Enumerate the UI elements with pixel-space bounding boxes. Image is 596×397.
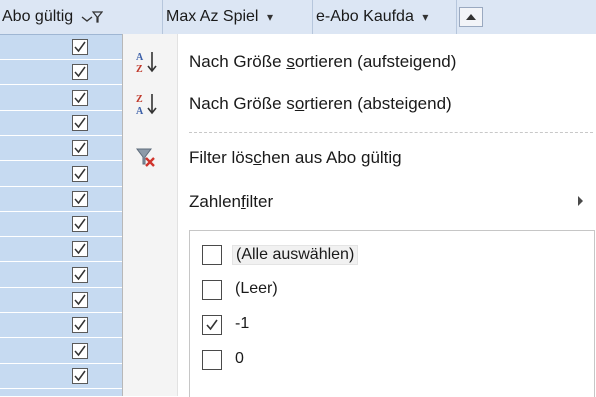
list-item-label: -1 — [235, 315, 250, 332]
filter-dropdown-menu: A Z Nach Größe sortieren (aufsteigend) Z… — [122, 34, 596, 397]
table-row[interactable] — [0, 263, 122, 288]
header-abo-gueltig[interactable]: Abo gültig — [0, 0, 163, 34]
check-icon — [74, 92, 86, 103]
table-row[interactable] — [0, 313, 122, 339]
table-row[interactable] — [0, 162, 122, 187]
table-row[interactable] — [0, 339, 122, 364]
header-label: e-Abo Kaufda — [316, 8, 414, 25]
submenu-arrow-icon — [578, 196, 583, 206]
table-row[interactable] — [0, 136, 122, 162]
check-icon — [74, 168, 86, 179]
svg-text:Z: Z — [136, 64, 143, 74]
row-checkbox-checked[interactable] — [72, 266, 88, 283]
table-row[interactable] — [0, 212, 122, 238]
check-icon — [206, 319, 218, 331]
sort-button[interactable] — [459, 7, 483, 27]
dropdown-arrow-icon[interactable]: ▾ — [267, 10, 273, 24]
check-icon — [74, 41, 86, 53]
checkbox[interactable] — [202, 245, 222, 265]
check-icon — [74, 142, 86, 154]
sort-az-icon: A Z — [135, 50, 159, 75]
check-icon — [74, 345, 86, 356]
checkbox[interactable] — [202, 350, 222, 370]
row-checkbox-checked[interactable] — [72, 241, 88, 258]
table-row[interactable] — [0, 288, 122, 313]
svg-text:A: A — [136, 106, 144, 116]
menu-item-sort-ascending[interactable]: Nach Größe sortieren (aufsteigend) — [189, 52, 456, 72]
header-e-abo-kaufda[interactable]: e-Abo Kaufda ▾ — [312, 0, 457, 34]
table-row[interactable] — [0, 237, 122, 263]
dropdown-arrow-icon[interactable]: ▾ — [422, 10, 428, 24]
checkbox[interactable] — [202, 280, 222, 300]
header-label: Max Az Spiel — [166, 8, 259, 25]
check-icon — [74, 193, 86, 205]
svg-text:Z: Z — [136, 94, 143, 105]
filter-value-list[interactable]: (Alle auswählen) (Leer) -1 0 — [189, 230, 595, 397]
row-checkbox-checked[interactable] — [72, 317, 88, 334]
row-checkbox-checked[interactable] — [72, 140, 88, 157]
menu-item-number-filter[interactable]: Zahlenfilter — [189, 192, 273, 212]
header-max-az-spiel[interactable]: Max Az Spiel ▾ — [162, 0, 313, 34]
row-checkbox-checked[interactable] — [72, 190, 88, 207]
sort-triangle-up-icon — [466, 14, 476, 20]
row-checkbox-checked[interactable] — [72, 367, 88, 384]
check-icon — [74, 319, 86, 331]
table-row[interactable] — [0, 364, 122, 389]
menu-icon-gutter — [123, 34, 178, 396]
row-checkbox-checked[interactable] — [72, 165, 88, 182]
row-checkbox-checked[interactable] — [72, 89, 88, 106]
menu-item-sort-descending[interactable]: Nach Größe sortieren (absteigend) — [189, 94, 452, 114]
table-row[interactable] — [0, 187, 122, 212]
table-row[interactable] — [0, 35, 122, 60]
row-checkbox-checked[interactable] — [72, 216, 88, 233]
row-checkbox-checked[interactable] — [72, 342, 88, 359]
table-row[interactable] — [0, 86, 122, 111]
svg-text:A: A — [136, 52, 144, 63]
clear-filter-icon — [135, 146, 159, 170]
list-item-label: (Leer) — [235, 280, 278, 297]
menu-separator — [189, 132, 593, 133]
list-item-label: 0 — [235, 350, 244, 367]
checkbox-checked[interactable] — [202, 315, 222, 335]
table-row[interactable] — [0, 60, 122, 86]
row-checkbox-checked[interactable] — [72, 39, 88, 55]
table-row[interactable] — [0, 111, 122, 136]
check-icon — [74, 269, 86, 280]
list-item-label: (Alle auswählen) — [232, 245, 359, 265]
sort-za-icon: Z A — [135, 92, 159, 117]
check-icon — [74, 66, 86, 78]
column-header-row: Abo gültig Max Az Spiel ▾ e-Abo Kaufda ▾ — [0, 0, 596, 35]
row-checkbox-checked[interactable] — [72, 64, 88, 81]
check-icon — [74, 218, 86, 230]
header-label: Abo gültig — [2, 8, 74, 25]
check-icon — [74, 370, 86, 382]
check-icon — [74, 243, 86, 255]
row-checkbox-checked[interactable] — [72, 114, 88, 131]
check-icon — [74, 117, 86, 129]
abo-gueltig-column-cells — [0, 35, 122, 396]
row-checkbox-checked[interactable] — [72, 292, 88, 308]
check-icon — [74, 294, 86, 306]
menu-item-clear-filter[interactable]: Filter löschen aus Abo gültig — [189, 148, 402, 168]
filter-dropdown-icon[interactable] — [81, 8, 103, 25]
